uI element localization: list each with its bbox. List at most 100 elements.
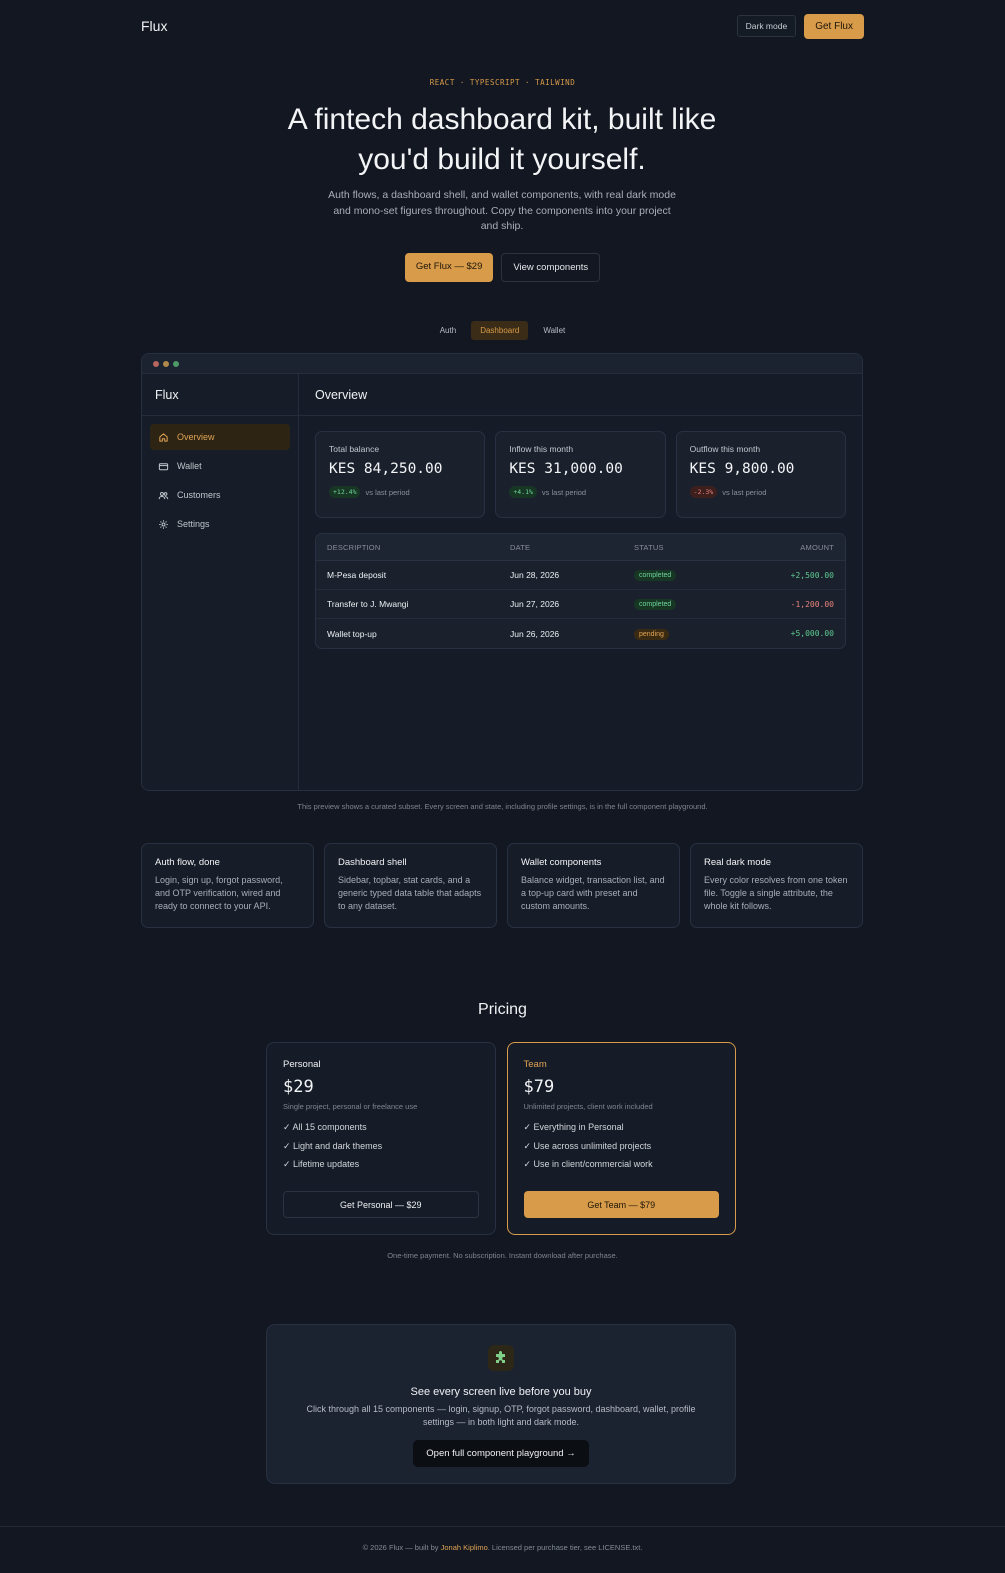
table-row[interactable]: Transfer to J. Mwangi Jun 27, 2026 compl… bbox=[316, 590, 845, 619]
get-personal-button[interactable]: Get Personal — $29 bbox=[283, 1191, 479, 1218]
feature-title: Dashboard shell bbox=[338, 857, 407, 868]
feature-card-auth: Auth flow, done Login, sign up, forgot p… bbox=[141, 843, 314, 928]
plan-card-personal: Personal $29 Single project, personal or… bbox=[266, 1042, 496, 1235]
table-row[interactable]: M-Pesa deposit Jun 28, 2026 completed +2… bbox=[316, 561, 845, 590]
hero-actions: Get Flux — $29 View components bbox=[0, 253, 1005, 282]
app-preview-window: Flux Overview Wallet Customers Settings bbox=[141, 353, 863, 791]
column-header-status[interactable]: STATUS bbox=[634, 543, 744, 552]
stat-label: Outflow this month bbox=[689, 444, 761, 454]
stat-card-outflow: Outflow this month KES 9,800.00 -2.3% vs… bbox=[675, 431, 846, 518]
tab-wallet[interactable]: Wallet bbox=[534, 321, 574, 340]
app-main: Overview Total balance KES 84,250.00 +12… bbox=[299, 374, 862, 790]
preview-tabs: Auth Dashboard Wallet bbox=[0, 321, 1005, 340]
sidebar-item-label: Customers bbox=[177, 490, 221, 500]
window-minimize-dot bbox=[163, 360, 169, 367]
stat-value: KES 9,800.00 bbox=[689, 461, 795, 477]
sidebar-item-wallet[interactable]: Wallet bbox=[150, 453, 290, 479]
sidebar-item-overview[interactable]: Overview bbox=[150, 424, 290, 450]
row-date: Jun 27, 2026 bbox=[510, 599, 560, 609]
sidebar-item-customers[interactable]: Customers bbox=[150, 482, 290, 508]
pricing-plans: Personal $29 Single project, personal or… bbox=[266, 1042, 736, 1235]
sidebar-item-label: Wallet bbox=[177, 461, 202, 471]
pricing-note: One-time payment. No subscription. Insta… bbox=[387, 1251, 618, 1260]
plan-name: Personal bbox=[283, 1059, 321, 1070]
stat-label: Inflow this month bbox=[509, 444, 574, 454]
get-team-button[interactable]: Get Team — $79 bbox=[523, 1191, 719, 1218]
sidebar-item-settings[interactable]: Settings bbox=[150, 511, 290, 537]
plan-feature: ✓ Use in client/commercial work bbox=[523, 1159, 653, 1169]
pricing-title: Pricing bbox=[478, 1001, 527, 1018]
row-amount: +2,500.00 bbox=[790, 570, 834, 580]
plan-description: Single project, personal or freelance us… bbox=[283, 1102, 418, 1111]
get-flux-button[interactable]: Get Flux bbox=[804, 13, 864, 39]
transactions-table: DESCRIPTION DATE STATUS AMOUNT M-Pesa de… bbox=[315, 533, 846, 649]
change-note: vs last period bbox=[541, 487, 587, 497]
playground-title: See every screen live before you buy bbox=[410, 1386, 592, 1398]
site-logo[interactable]: Flux bbox=[141, 18, 167, 34]
home-icon bbox=[159, 432, 168, 442]
stat-cards: Total balance KES 84,250.00 +12.4% vs la… bbox=[315, 431, 846, 518]
site-header: Flux Dark mode Get Flux bbox=[141, 0, 864, 52]
feature-body: Balance widget, transaction list, and a … bbox=[521, 875, 665, 911]
change-badge: +4.1% bbox=[509, 486, 537, 498]
app-logo: Flux bbox=[142, 374, 298, 416]
window-titlebar bbox=[142, 354, 862, 374]
tab-dashboard[interactable]: Dashboard bbox=[471, 321, 529, 340]
site-footer: © 2026 Flux — built by Jonah Kiplimo. Li… bbox=[0, 1543, 1005, 1552]
app-nav: Overview Wallet Customers Settings bbox=[142, 416, 298, 545]
open-playground-button[interactable]: Open full component playground → bbox=[413, 1440, 589, 1467]
feature-card-dark-mode: Real dark mode Every color resolves from… bbox=[690, 843, 863, 928]
sidebar-item-label: Overview bbox=[177, 432, 215, 442]
wallet-icon bbox=[158, 462, 169, 470]
hero-eyebrow: REACT · TYPESCRIPT · TAILWIND bbox=[429, 78, 576, 87]
buy-button[interactable]: Get Flux — $29 bbox=[404, 253, 494, 282]
page-title: Overview bbox=[299, 374, 862, 416]
change-badge: -2.3% bbox=[689, 486, 718, 498]
feature-card-dashboard: Dashboard shell Sidebar, topbar, stat ca… bbox=[324, 843, 497, 928]
plan-card-team: Team $79 Unlimited projects, client work… bbox=[506, 1042, 736, 1235]
stat-value: KES 84,250.00 bbox=[329, 461, 443, 477]
table-row[interactable]: Wallet top-up Jun 26, 2026 pending +5,00… bbox=[316, 619, 845, 648]
footer-divider bbox=[0, 1526, 1005, 1527]
row-amount: +5,000.00 bbox=[790, 629, 834, 638]
feature-title: Real dark mode bbox=[704, 857, 772, 868]
change-note: vs last period bbox=[722, 487, 767, 497]
status-badge: completed bbox=[634, 570, 677, 581]
hero-subtitle: Auth flows, a dashboard shell, and walle… bbox=[328, 189, 676, 232]
feature-title: Auth flow, done bbox=[155, 857, 220, 868]
plan-feature: ✓ Everything in Personal bbox=[523, 1122, 624, 1132]
column-header-amount[interactable]: AMOUNT bbox=[744, 543, 834, 552]
hero-title: A fintech dashboard kit, built like you'… bbox=[287, 103, 717, 176]
footer-suffix: . Licensed per purchase tier, see LICENS… bbox=[487, 1543, 643, 1552]
playground-subtitle: Click through all 15 components — login,… bbox=[306, 1404, 696, 1427]
tab-auth[interactable]: Auth bbox=[431, 321, 465, 340]
plan-features: ✓ Everything in Personal ✓ Use across un… bbox=[524, 1122, 720, 1178]
stat-label: Total balance bbox=[329, 444, 380, 454]
row-description: Transfer to J. Mwangi bbox=[327, 599, 409, 609]
feature-title: Wallet components bbox=[521, 857, 602, 868]
footer-prefix: © 2026 Flux — built by bbox=[362, 1543, 439, 1552]
feature-body: Every color resolves from one token file… bbox=[704, 875, 848, 911]
column-header-date[interactable]: DATE bbox=[510, 543, 634, 552]
stat-value: KES 31,000.00 bbox=[509, 461, 623, 477]
row-description: Wallet top-up bbox=[327, 628, 377, 639]
plan-price: $79 bbox=[523, 1077, 555, 1097]
change-badge: +12.4% bbox=[329, 486, 361, 498]
plan-feature: ✓ Light and dark themes bbox=[283, 1140, 383, 1151]
preview-caption: This preview shows a curated subset. Eve… bbox=[297, 802, 708, 811]
playground-cta: See every screen live before you buy Cli… bbox=[266, 1324, 736, 1484]
dark-mode-button[interactable]: Dark mode bbox=[736, 15, 797, 37]
author-link[interactable]: Jonah Kiplimo bbox=[441, 1543, 488, 1552]
row-date: Jun 26, 2026 bbox=[510, 628, 560, 639]
row-amount: -1,200.00 bbox=[790, 599, 834, 609]
feature-card-wallet: Wallet components Balance widget, transa… bbox=[507, 843, 680, 928]
window-close-dot bbox=[153, 360, 159, 367]
change-note: vs last period bbox=[365, 487, 410, 497]
view-components-button[interactable]: View components bbox=[501, 253, 601, 282]
status-badge: pending bbox=[634, 628, 669, 640]
column-header-description[interactable]: DESCRIPTION bbox=[327, 543, 510, 552]
plan-feature: ✓ Lifetime updates bbox=[283, 1159, 360, 1169]
header-actions: Dark mode Get Flux bbox=[736, 13, 864, 39]
row-description: M-Pesa deposit bbox=[327, 570, 387, 580]
feature-cards: Auth flow, done Login, sign up, forgot p… bbox=[141, 843, 863, 928]
